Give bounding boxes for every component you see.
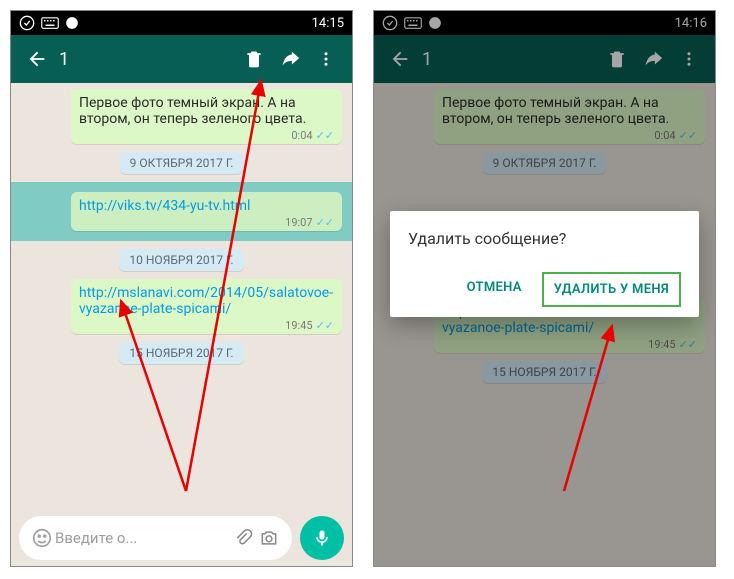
date-chip: 10 НОЯБРЯ 2017 Г.: [119, 249, 243, 271]
read-ticks-icon: ✓✓: [316, 319, 334, 332]
phone-left: 14:15 1 Первое фото темный экран. А на в…: [10, 10, 353, 567]
cancel-button[interactable]: ОТМЕНА: [457, 272, 532, 307]
attach-icon[interactable]: [230, 528, 256, 548]
message-text: Первое фото темный экран. А на втором, о…: [79, 95, 334, 127]
delete-dialog: Удалить сообщение? ОТМЕНА УДАЛИТЬ У МЕНЯ: [390, 211, 699, 317]
message-bubble[interactable]: Первое фото темный экран. А на втором, о…: [71, 89, 342, 144]
message-time: 0:04: [291, 129, 312, 142]
input-placeholder: Введите о...: [55, 529, 230, 547]
message-input[interactable]: Введите о...: [19, 516, 292, 560]
message-link[interactable]: http://mslanavi.com/2014/05/salatovoe-vy…: [79, 285, 333, 317]
camera-icon[interactable]: [256, 528, 282, 548]
message-time: 19:07: [285, 216, 312, 229]
input-bar: Введите о...: [11, 510, 352, 566]
status-time: 14:15: [312, 16, 344, 31]
chat-area[interactable]: Первое фото темный экран. А на втором, о…: [11, 83, 352, 510]
phone-right: 14:16 1 Первое фото темный экран. А на в…: [373, 10, 716, 567]
selection-appbar: 1: [11, 35, 352, 83]
back-icon[interactable]: [19, 48, 55, 70]
dialog-title: Удалить сообщение?: [408, 229, 681, 248]
delete-for-me-button[interactable]: УДАЛИТЬ У МЕНЯ: [542, 272, 681, 307]
delete-icon[interactable]: [236, 49, 272, 69]
message-time: 19:45: [285, 319, 312, 332]
keyboard-icon: [41, 17, 59, 29]
mic-button[interactable]: [300, 516, 344, 560]
chat-icon: [65, 16, 79, 30]
selection-count: 1: [55, 49, 236, 70]
status-bar: 14:15: [11, 11, 352, 35]
message-bubble[interactable]: http://viks.tv/434-yu-tv.html 19:07 ✓✓: [71, 192, 342, 231]
forward-icon[interactable]: [272, 48, 308, 70]
more-icon[interactable]: [308, 50, 344, 68]
date-chip: 9 ОКТЯБРЯ 2017 Г.: [120, 152, 244, 174]
message-bubble[interactable]: http://mslanavi.com/2014/05/salatovoe-vy…: [71, 279, 342, 334]
read-ticks-icon: ✓✓: [316, 216, 334, 229]
app-badge-icon: [19, 15, 35, 31]
emoji-icon[interactable]: [29, 527, 55, 549]
read-ticks-icon: ✓✓: [316, 129, 334, 142]
message-link[interactable]: http://viks.tv/434-yu-tv.html: [79, 198, 250, 214]
date-chip: 15 НОЯБРЯ 2017 Г.: [119, 342, 243, 364]
selected-message-row[interactable]: http://viks.tv/434-yu-tv.html 19:07 ✓✓: [11, 182, 352, 241]
